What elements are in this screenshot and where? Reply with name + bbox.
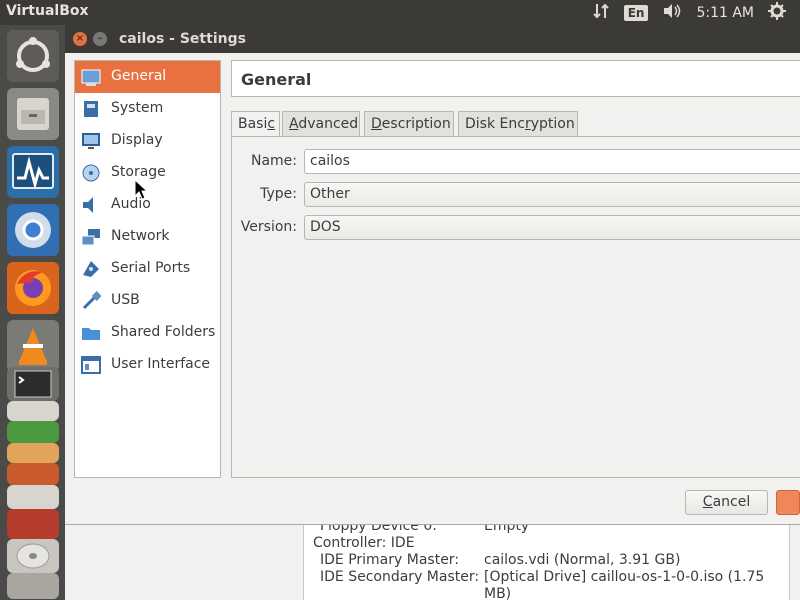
section-header: General [231, 60, 800, 97]
system-tray: En 5:11 AM [592, 0, 800, 25]
detail-row: IDE Secondary Master: [Optical Drive] ca… [320, 569, 765, 585]
close-icon[interactable]: × [73, 32, 87, 46]
tab-disk-encryption[interactable]: Disk Encryption [458, 111, 578, 137]
category-shared-folders[interactable]: Shared Folders [75, 317, 220, 349]
general-icon [81, 69, 101, 86]
settings-category-list: General System Display Storage Audio Net… [74, 60, 221, 478]
detail-row: IDE Primary Master: cailos.vdi (Normal, … [320, 552, 681, 568]
dialog-title: cailos - Settings [119, 31, 246, 47]
category-network[interactable]: Network [75, 221, 220, 253]
spreadsheet-icon[interactable] [7, 421, 59, 443]
category-usb[interactable]: USB [75, 285, 220, 317]
gear-icon[interactable] [768, 1, 786, 24]
minimize-icon[interactable]: – [93, 32, 107, 46]
terminal-icon[interactable] [7, 367, 59, 401]
user-interface-icon [81, 356, 101, 374]
app-icon[interactable] [7, 509, 59, 539]
disc-icon[interactable] [7, 573, 59, 599]
version-select[interactable]: DOS [304, 215, 800, 240]
category-display[interactable]: Display [75, 125, 220, 157]
display-icon [82, 133, 100, 149]
name-field[interactable]: cailos [304, 149, 800, 174]
input-language-indicator[interactable]: En [623, 4, 649, 21]
chromium-icon[interactable] [7, 204, 59, 256]
category-user-interface[interactable]: User Interface [75, 349, 220, 381]
ok-button[interactable] [776, 490, 800, 515]
audio-icon [83, 197, 93, 213]
network-transfer-icon[interactable] [592, 2, 610, 24]
app-menu-title[interactable]: VirtualBox [6, 3, 89, 19]
top-panel: VirtualBox En 5:11 AM [0, 0, 800, 25]
vlc-icon[interactable] [7, 320, 59, 372]
section-title: General [241, 70, 312, 89]
detail-row: Controller: IDE [313, 535, 415, 551]
files-icon[interactable] [7, 88, 59, 140]
mouse-cursor-icon [134, 179, 148, 200]
volume-icon[interactable] [662, 2, 682, 24]
storage-details-panel: Floppy Device 0: Empty Controller: IDE I… [303, 518, 790, 600]
name-label: Name: [250, 153, 297, 169]
shared-folders-icon [82, 328, 100, 340]
type-label: Type: [260, 186, 297, 202]
category-serial-ports[interactable]: Serial Ports [75, 253, 220, 285]
clock[interactable]: 5:11 AM [696, 5, 754, 21]
serial-ports-icon [83, 261, 99, 277]
category-general[interactable]: General [75, 61, 220, 93]
launcher [0, 25, 65, 600]
version-label: Version: [240, 219, 297, 235]
app-icon[interactable] [7, 485, 59, 509]
tab-advanced[interactable]: Advanced [282, 111, 360, 137]
category-system[interactable]: System [75, 93, 220, 125]
tab-basic[interactable]: Basic [231, 111, 280, 138]
type-select[interactable]: Other [304, 182, 800, 207]
cancel-button[interactable]: Cancel [685, 490, 768, 515]
system-icon [84, 101, 98, 117]
text-editor-icon[interactable] [7, 401, 59, 421]
firefox-icon[interactable] [7, 262, 59, 314]
dialog-titlebar[interactable]: × – cailos - Settings [65, 25, 800, 53]
app-icon[interactable] [7, 443, 59, 463]
storage-icon [82, 164, 100, 182]
network-icon [81, 229, 100, 246]
settings-dialog: × – cailos - Settings General System Dis… [65, 25, 800, 525]
ubuntu-dash-icon[interactable] [7, 30, 59, 82]
app-icon[interactable] [7, 463, 59, 485]
disc-icon[interactable] [7, 539, 59, 573]
tab-description[interactable]: Description [364, 111, 454, 137]
usb-icon [82, 291, 101, 310]
virtualbox-icon[interactable] [7, 146, 59, 198]
